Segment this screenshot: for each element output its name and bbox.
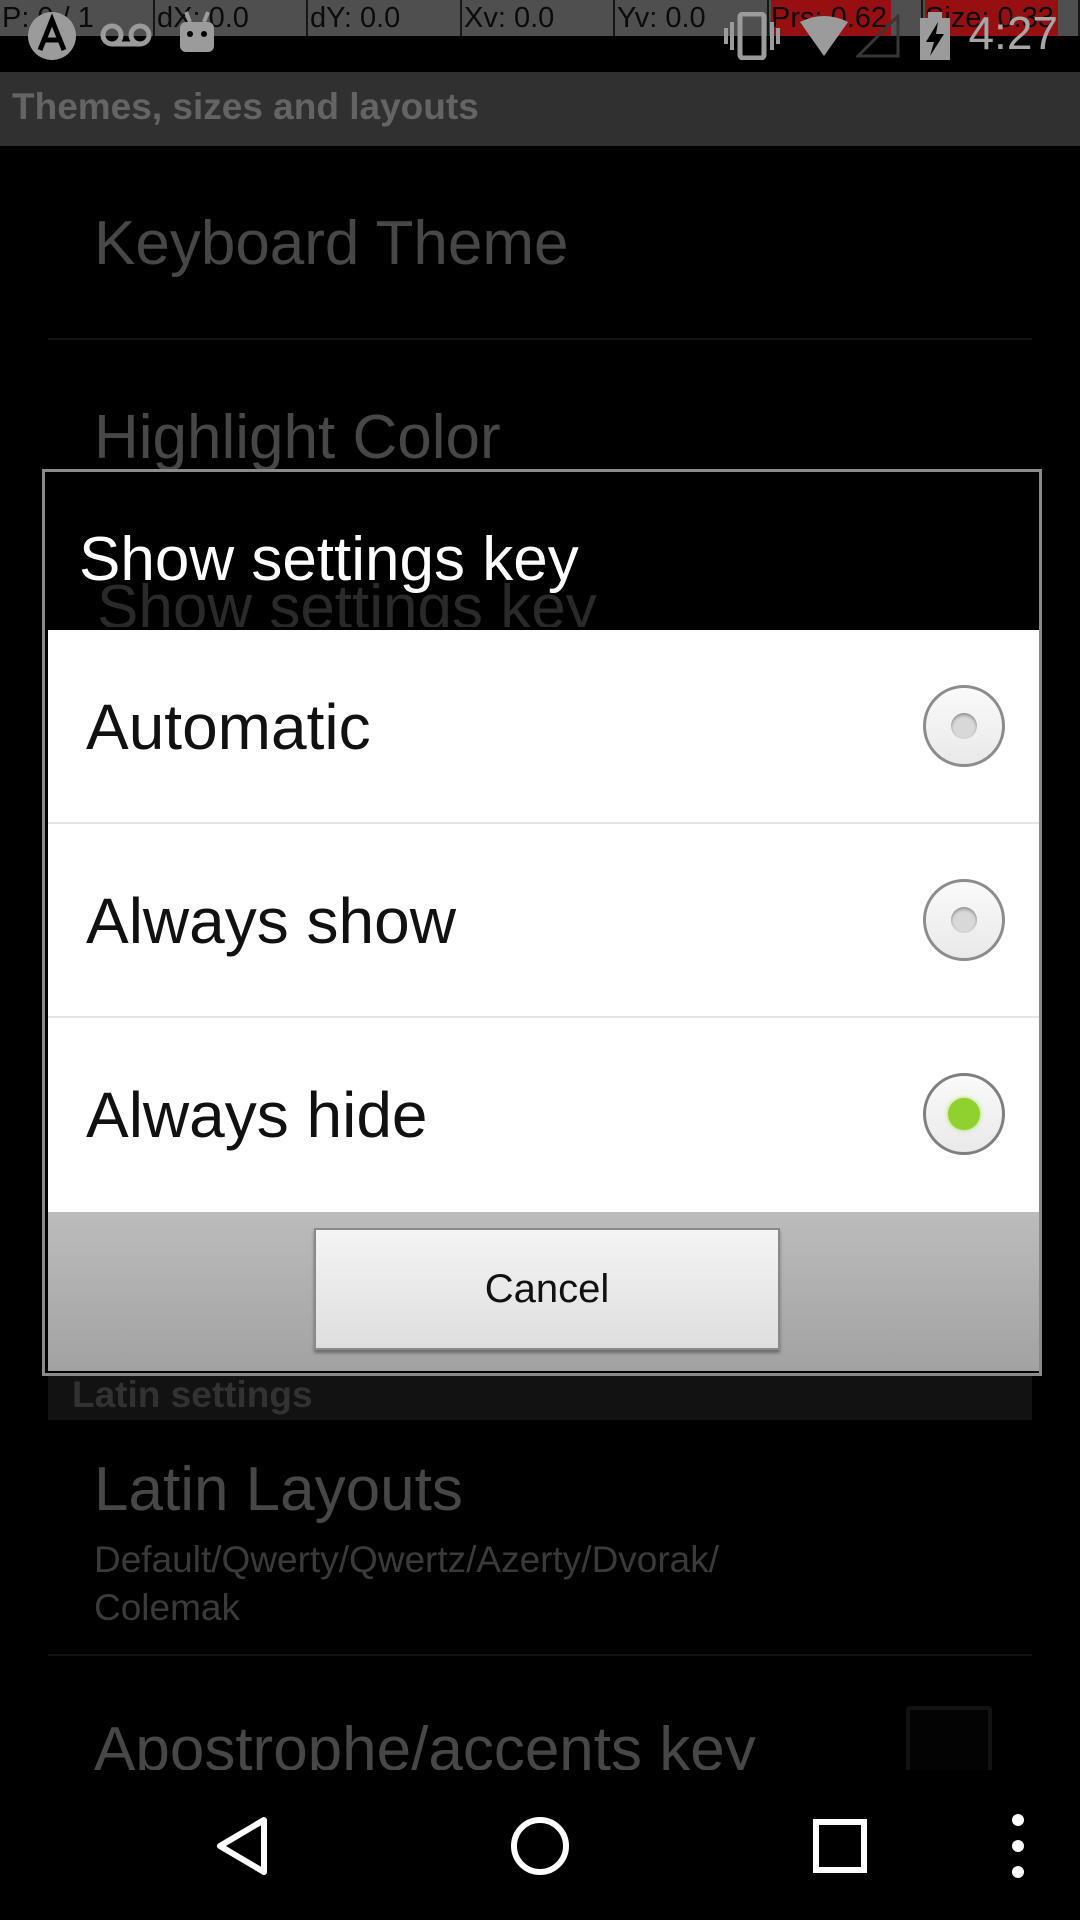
screen: P: 0 / 1 dX: 0.0 dY: 0.0 Xv: 0.0 Yv: 0.0… [0,0,1080,1920]
show-settings-key-dialog: Show settings key Show settings key Auto… [42,469,1042,1376]
option-label: Always hide [86,1079,428,1151]
radio-indicator [951,713,977,739]
recents-icon[interactable] [812,1818,868,1874]
dialog-title: Show settings key [79,525,579,594]
navigation-bar [0,1770,1080,1920]
option-automatic[interactable]: Automatic [48,630,1039,824]
option-label: Always show [86,885,456,957]
back-icon[interactable] [212,1814,272,1878]
option-label: Automatic [86,691,371,763]
radio-indicator-checked [948,1098,980,1130]
radio-button[interactable] [923,879,1005,961]
home-icon[interactable] [508,1814,572,1878]
dialog-button-bar: Cancel [48,1212,1039,1371]
radio-button-selected[interactable] [923,1073,1005,1155]
cancel-button[interactable]: Cancel [314,1228,780,1350]
option-always-show[interactable]: Always show [48,824,1039,1018]
radio-button[interactable] [923,685,1005,767]
dialog-option-list: Automatic Always show Always hide [48,630,1039,1212]
option-always-hide[interactable]: Always hide [48,1018,1039,1212]
radio-indicator [951,907,977,933]
overflow-menu-icon[interactable] [1006,1812,1030,1880]
